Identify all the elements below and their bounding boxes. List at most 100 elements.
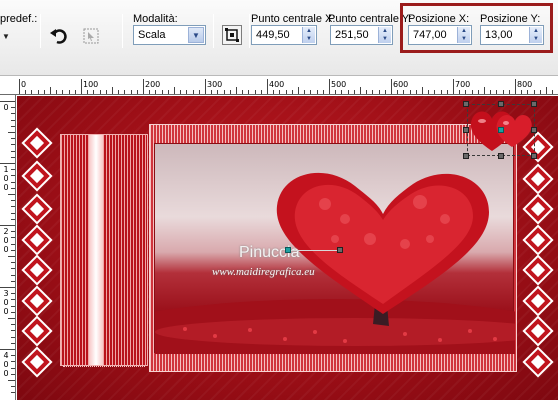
ruler-tick [11, 293, 15, 295]
separator [213, 14, 214, 48]
ruler-tick [105, 90, 107, 94]
image-canvas[interactable]: Pinuccia www.maidiregrafica.eu [17, 96, 558, 400]
ruler-tick [484, 87, 485, 94]
ruler-tick [11, 156, 15, 158]
resize-handle[interactable] [463, 101, 469, 107]
chevron-down-icon[interactable]: ▼ [188, 27, 204, 43]
resize-handle[interactable] [498, 153, 504, 159]
ruler-tick [31, 90, 33, 94]
ruler-tick [11, 113, 15, 115]
resize-handle[interactable] [463, 127, 469, 133]
spinner-arrows-icon[interactable]: ▲ ▼ [457, 27, 470, 43]
ruler-tick [11, 324, 15, 326]
pick-tool-icon[interactable] [80, 25, 102, 47]
pos-x-input[interactable]: 747,00 ▲ ▼ [408, 25, 472, 45]
ruler-tick [322, 90, 324, 94]
ruler-label: 400 [3, 351, 9, 378]
ruler-tick [391, 79, 392, 94]
ruler-label: 300 [3, 289, 9, 316]
ruler-tick [217, 90, 219, 94]
ruler-label: 0 [21, 80, 27, 89]
spinner-arrows-icon[interactable]: ▲ ▼ [529, 27, 542, 43]
resize-handle[interactable] [498, 101, 504, 107]
ruler-tick [174, 87, 175, 94]
ruler-tick [471, 90, 473, 94]
center-handle[interactable] [498, 127, 504, 133]
ruler-tick [422, 87, 423, 94]
dotted-divider [63, 366, 145, 367]
spinner-arrows-icon[interactable]: ▲ ▼ [302, 27, 315, 43]
center-x-input[interactable]: 449,50 ▲ ▼ [251, 25, 317, 45]
separator [40, 14, 41, 48]
spinner-arrows-icon[interactable]: ▲ ▼ [378, 27, 391, 43]
ruler-tick [539, 90, 541, 94]
ruler-tick [0, 287, 15, 288]
ruler-tick [11, 237, 15, 239]
center-pivot-handle[interactable] [285, 247, 291, 253]
resize-handle[interactable] [531, 153, 537, 159]
ruler-tick [453, 79, 454, 94]
ruler-tick [285, 90, 287, 94]
pos-y-input[interactable]: 13,00 ▲ ▼ [480, 25, 544, 45]
ruler-tick [347, 90, 349, 94]
ruler-tick [11, 125, 15, 127]
ruler-tick [56, 90, 58, 94]
resize-handle[interactable] [463, 153, 469, 159]
ruler-tick [384, 90, 386, 94]
ruler-tick [254, 90, 256, 94]
ruler-tick [11, 373, 15, 375]
ruler-tick [360, 87, 361, 94]
ruler-label: 500 [331, 80, 347, 89]
ruler-tick [434, 90, 436, 94]
ruler-tick [11, 386, 15, 388]
ruler-tick [11, 243, 15, 245]
ruler-tick [19, 79, 20, 94]
resize-handle[interactable] [531, 101, 537, 107]
undo-icon[interactable] [48, 25, 70, 47]
ruler-label: 600 [393, 80, 409, 89]
ruler-tick [180, 90, 182, 94]
ruler-tick [0, 101, 15, 102]
ruler-tick [11, 175, 15, 177]
rotation-handle[interactable] [337, 247, 343, 253]
ruler-tick [521, 90, 523, 94]
ruler-tick [74, 90, 76, 94]
ruler-tick [8, 318, 15, 319]
ruler-tick [11, 212, 15, 214]
ruler-tick [11, 342, 15, 344]
ruler-tick [136, 90, 138, 94]
preset-dropdown-icon[interactable]: ▼ [2, 32, 10, 41]
ruler-tick [465, 90, 467, 94]
scale-icon[interactable] [222, 25, 242, 45]
ruler-tick [335, 90, 337, 94]
center-x-value: 449,50 [256, 29, 290, 41]
ruler-tick [11, 336, 15, 338]
ruler-tick [552, 90, 554, 94]
center-x-label: Punto centrale X: [251, 13, 336, 25]
ruler-tick [11, 144, 15, 146]
mode-select[interactable]: Scala ▼ [133, 25, 206, 45]
ruler-tick [242, 90, 244, 94]
ruler-tick [25, 90, 27, 94]
ruler-tick [11, 280, 15, 282]
ruler-tick [37, 90, 39, 94]
ruler-tick [403, 90, 405, 94]
ruler-tick [11, 249, 15, 251]
ruler-tick [124, 90, 126, 94]
pos-x-value: 747,00 [413, 29, 447, 41]
ruler-tick [11, 367, 15, 369]
ruler-tick [397, 90, 399, 94]
ruler-tick [372, 90, 374, 94]
ruler-tick [0, 225, 15, 226]
center-y-input[interactable]: 251,50 ▲ ▼ [330, 25, 393, 45]
resize-handle[interactable] [531, 127, 537, 133]
ruler-tick [298, 87, 299, 94]
separator [122, 14, 123, 48]
ruler-tick [143, 79, 144, 94]
ruler-tick [8, 380, 15, 381]
ruler-label: 400 [269, 80, 285, 89]
ruler-tick [130, 90, 132, 94]
mode-label: Modalità: [133, 13, 178, 25]
ruler-label: 300 [207, 80, 223, 89]
ruler-tick [11, 305, 15, 307]
